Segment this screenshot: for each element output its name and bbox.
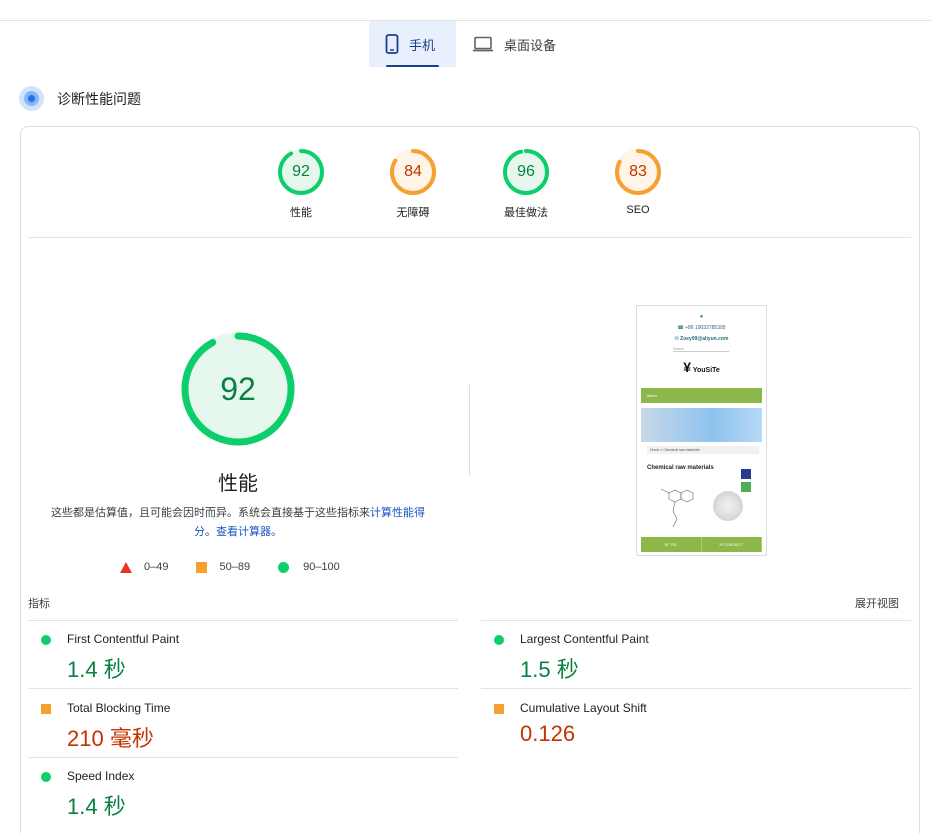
legend-range: 0–49 [144,561,169,573]
good-indicator-icon [41,635,51,645]
metric-name: Speed Index [67,769,135,783]
metric-speed-index: Speed Index 1.4 秒 [41,769,461,819]
tab-mobile-label: 手机 [409,37,436,53]
thumb-heading: Chemical raw materials [647,465,714,471]
gauge-score: 92 [292,163,310,180]
thumb-bottom-bar: ☏ TEL ✉ CONTACT [641,537,762,552]
vertical-divider [469,385,470,475]
metrics-divider [28,688,458,689]
tab-desktop-label: 桌面设备 [504,37,557,53]
gauge-best-practices[interactable]: 96 最佳做法 [481,148,571,220]
good-indicator-icon [41,772,51,782]
metrics-divider [28,620,458,621]
performance-description: 这些都是估算值，且可能会因时而异。系统会直接基于这些指标来计算性能得分。查看计算… [48,504,428,542]
performance-gauge: 92 [180,331,296,447]
thumb-breadcrumb: Home > Chemical raw materials [647,446,759,454]
metric-name: First Contentful Paint [67,632,180,646]
category-gauges: 92 性能 84 无障碍 96 最佳做法 83 SEO [0,148,931,228]
molecule-icon [649,481,699,531]
diagnose-header: 诊断性能问题 [19,86,141,111]
gauge-label: 性能 [290,207,312,219]
phone-small-icon: ☎ [677,325,686,331]
metrics-divider [481,688,911,689]
metric-fcp: First Contentful Paint 1.4 秒 [41,632,461,682]
gauge-accessibility[interactable]: 84 无障碍 [368,148,458,220]
logo-icon: ¥ [683,359,691,375]
metrics-divider [481,620,911,621]
legend-range: 90–100 [303,561,340,573]
metric-name: Largest Contentful Paint [520,632,649,646]
phone-icon [385,34,399,54]
triangle-icon [120,561,132,573]
thumb-banner [641,408,762,442]
metric-tbt: Total Blocking Time 210 毫秒 [41,701,461,751]
tab-mobile[interactable]: 手机 [369,21,456,67]
gauge-label: 最佳做法 [504,207,548,219]
thumb-email: ✉ Zoey99@aliyun.com [674,336,729,342]
gauge-score: 96 [517,163,535,180]
gauge-seo[interactable]: 83 SEO [593,148,683,216]
thumb-contact: ✉ CONTACT [702,537,762,552]
lighthouse-icon [19,86,44,111]
metric-cls: Cumulative Layout Shift 0.126 [494,701,914,751]
good-indicator-icon [494,635,504,645]
performance-title: 性能 [218,473,258,495]
laptop-icon [472,36,494,52]
metric-value: 1.4 秒 [67,794,126,819]
metrics-divider [28,757,458,758]
thumb-menu: Menu [641,388,762,403]
page-screenshot[interactable]: ● ☎ +86 19032785305 ✉ Zoey99@aliyun.com … [636,305,767,556]
gauge-performance[interactable]: 92 性能 [256,148,346,220]
circle-icon [278,561,290,573]
average-indicator-icon [41,704,51,714]
desc-text-mid: 。 [205,526,216,538]
legend-item-average: 50–89 [196,561,250,573]
device-tabs: 手机 桌面设备 [369,21,572,67]
metric-value: 1.4 秒 [67,657,126,682]
thumb-phone: ☎ +86 19032785305 [677,325,726,331]
thumb-side-btn [741,469,751,479]
metric-value: 1.5 秒 [520,657,579,682]
thumb-side-btn [741,482,751,492]
diagnose-title: 诊断性能问题 [57,90,141,107]
metric-lcp: Largest Contentful Paint 1.5 秒 [494,632,914,682]
legend-item-good: 90–100 [278,561,340,573]
average-indicator-icon [494,704,504,714]
legend-range: 50–89 [219,561,251,573]
metric-name: Total Blocking Time [67,701,171,715]
expand-view-button[interactable]: 展开视图 [855,595,899,611]
gauge-label: SEO [626,204,650,216]
thumb-tel: ☏ TEL [641,537,702,552]
gauges-divider [28,237,911,238]
thumb-brand: ¥ YouSiTe [683,359,720,375]
legend-item-poor: 0–49 [120,561,168,573]
score-legend: 0–49 50–89 90–100 [120,561,368,573]
thumb-search: Search [673,347,729,352]
desc-text: 这些都是估算值，且可能会因时而异。系统会直接基于这些指标来 [51,507,370,519]
gauge-score: 84 [404,163,422,180]
metric-value: 0.126 [520,721,576,746]
whatsapp-icon: ● [699,314,704,320]
metrics-title: 指标 [28,598,50,610]
gauge-score: 83 [629,163,647,180]
metric-value: 210 毫秒 [67,726,154,751]
square-icon [196,561,208,573]
performance-score: 92 [220,371,256,407]
thumb-product-image [713,491,743,521]
calculator-link[interactable]: 查看计算器。 [216,526,282,538]
metric-name: Cumulative Layout Shift [520,701,647,715]
tab-desktop[interactable]: 桌面设备 [456,21,572,67]
gauge-label: 无障碍 [396,207,430,219]
